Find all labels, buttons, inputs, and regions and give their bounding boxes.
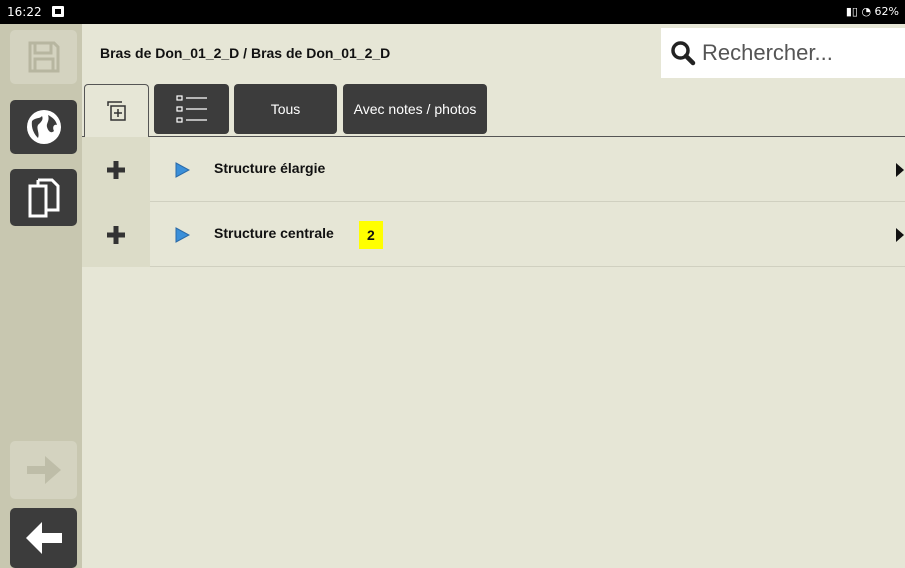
filter-all-button[interactable]: Tous: [234, 84, 337, 134]
list-item[interactable]: Structure centrale 2: [82, 202, 905, 267]
back-button[interactable]: [10, 508, 77, 568]
search-box[interactable]: Rechercher...: [661, 28, 905, 78]
expand-all-icon: [106, 101, 126, 121]
play-icon[interactable]: [174, 227, 190, 243]
item-label: Structure centrale: [214, 225, 334, 241]
back-arrow-icon: [25, 522, 62, 554]
wifi-icon: ◔: [861, 5, 875, 18]
filter-notes-photos-button[interactable]: Avec notes / photos: [343, 84, 487, 134]
header: Bras de Don_01_2_D / Bras de Don_01_2_D …: [82, 24, 905, 82]
list-view-button[interactable]: [154, 84, 229, 134]
toolbar: Tous Avec notes / photos: [82, 82, 905, 137]
save-icon: [28, 41, 59, 73]
globe-icon: [26, 110, 61, 144]
copy-icon: [28, 178, 59, 217]
save-button[interactable]: [10, 30, 77, 84]
search-input[interactable]: Rechercher...: [702, 40, 833, 66]
copy-button[interactable]: [10, 169, 77, 226]
plus-icon: [107, 225, 125, 244]
status-bar: 16:22 ▮▯ ◔ 62%: [0, 0, 905, 24]
signal-icon: ▮▯: [845, 5, 862, 18]
chevron-right-icon[interactable]: [895, 227, 905, 243]
item-label: Structure élargie: [214, 160, 326, 176]
list-item[interactable]: Structure élargie: [82, 137, 905, 202]
count-badge: 2: [359, 221, 383, 249]
notification-icon: [52, 6, 64, 17]
battery-level: 62%: [874, 5, 899, 18]
map-button[interactable]: [10, 100, 77, 154]
status-right: ▮▯ ◔ 62%: [846, 5, 899, 18]
plus-icon: [107, 160, 125, 179]
search-icon: [671, 41, 696, 66]
chevron-right-icon[interactable]: [895, 162, 905, 178]
status-time: 16:22: [7, 5, 42, 19]
forward-button[interactable]: [10, 441, 77, 499]
breadcrumb: Bras de Don_01_2_D / Bras de Don_01_2_D: [100, 45, 391, 61]
add-button[interactable]: [82, 137, 150, 202]
play-icon[interactable]: [174, 162, 190, 178]
expand-all-button[interactable]: [84, 84, 149, 137]
forward-arrow-icon: [26, 456, 61, 484]
list-view-icon: [175, 95, 207, 123]
add-button[interactable]: [82, 202, 150, 267]
structure-list: Structure élargie Structure centrale 2: [82, 137, 905, 267]
sidebar: [0, 24, 82, 568]
